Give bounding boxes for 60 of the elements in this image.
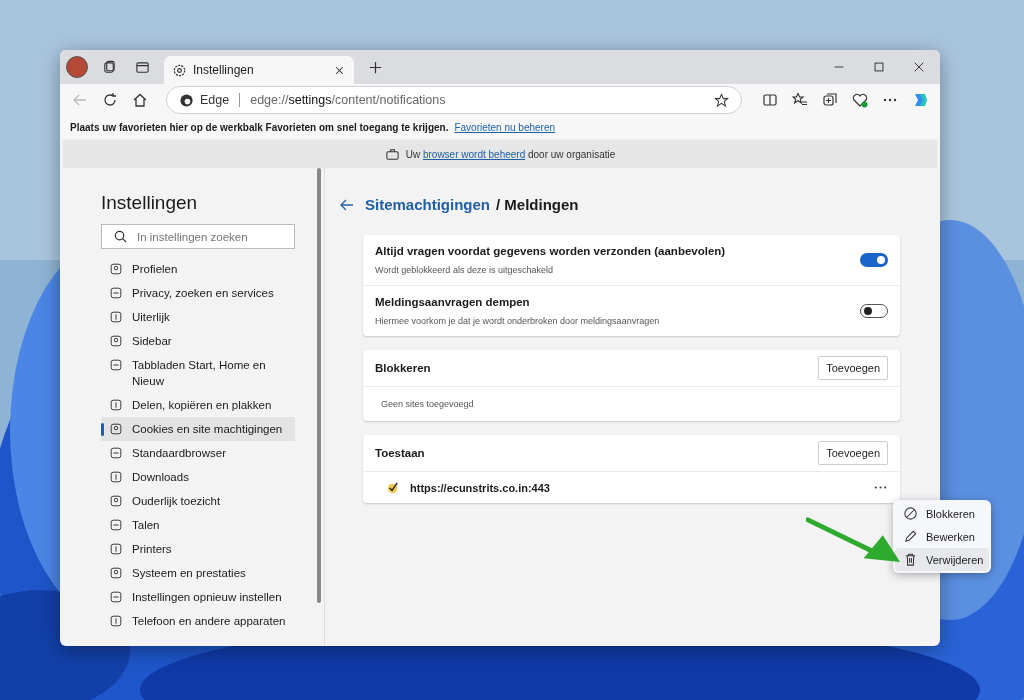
menu-item[interactable]: Blokkeren [895, 502, 989, 525]
sidebar-item[interactable]: Instellingen opnieuw instellen [101, 585, 295, 609]
sidebar-item[interactable]: Telefoon en andere apparaten [101, 609, 295, 633]
edge-logo-icon [179, 92, 194, 108]
sidebar-item[interactable]: Delen, kopiëren en plakken [101, 393, 295, 417]
toggle-switch[interactable] [860, 253, 888, 267]
browser-tab[interactable]: Instellingen [164, 56, 354, 84]
managed-link[interactable]: browser wordt beheerd [422, 148, 526, 160]
sidebar-item[interactable]: Profielen [101, 257, 295, 281]
toggle-switch[interactable] [860, 304, 888, 318]
managed-notice: Uw browser wordt beheerd door uw organisatie [405, 148, 616, 160]
sidebar-item[interactable]: Sidebar [101, 329, 295, 353]
setting-title: Altijd vragen voordat gegevens worden verzonden (aanbevolen) [375, 245, 727, 257]
url-text: edge://settings/content/notifications [250, 93, 446, 107]
collections-icon[interactable] [822, 92, 838, 108]
sidebar-title: Instellingen [101, 192, 199, 214]
copilot-icon[interactable] [912, 92, 928, 108]
sidebar-item[interactable]: Standaardbrowser [101, 441, 295, 465]
sidebar-item[interactable]: Privacy, zoeken en services [101, 281, 295, 305]
empty-message: Geen sites toegevoegd [380, 398, 475, 411]
split-screen-icon[interactable] [762, 92, 778, 108]
avatar-icon[interactable] [66, 56, 88, 78]
add-button[interactable]: Toevoegen [818, 356, 888, 380]
performance-icon[interactable] [852, 92, 868, 108]
trash-icon [903, 552, 918, 567]
setting-title: Meldingsaanvragen dempen [375, 296, 531, 308]
search-field[interactable]: In instellingen zoeken [101, 224, 295, 249]
page-title: / Meldingen [496, 196, 579, 213]
home-icon[interactable] [132, 92, 148, 108]
sidebar-item[interactable]: Uiterlijk [101, 305, 295, 329]
site-url: https://ecunstrits.co.in:443 [410, 481, 550, 494]
pencil-icon [903, 529, 918, 544]
sidebar-item[interactable]: Cookies en site machtigingen [101, 417, 295, 441]
block-icon [903, 506, 918, 521]
address-bar[interactable]: Edge edge://settings/content/notifications [166, 86, 742, 114]
menu-item[interactable]: Bewerken [895, 525, 989, 548]
add-button[interactable]: Toevoegen [818, 441, 888, 465]
briefcase-icon [384, 146, 400, 162]
site-label: Edge [200, 93, 230, 107]
favorites-icon[interactable] [792, 92, 808, 108]
settings-icon [172, 62, 187, 78]
sidebar-item[interactable]: Talen [101, 513, 295, 537]
section-title: Toestaan [375, 447, 425, 459]
sidebar-item[interactable]: Systeem en prestaties [101, 561, 295, 585]
setting-description: Wordt geblokkeerd als deze is uitgeschakeld [375, 265, 554, 275]
manage-favorites-link[interactable]: Favorieten nu beheren [454, 121, 556, 133]
sidebar-item[interactable]: Printers [101, 537, 295, 561]
favorites-bar-hint: Plaats uw favorieten hier op de werkbalk Favorieten om snel toegang te krijgen. [70, 121, 449, 133]
star-icon[interactable] [714, 92, 729, 108]
setting-description: Hiermee voorkom je dat je wordt onderbroken door meldingsaanvragen [375, 316, 661, 326]
sidebar-item[interactable]: Ouderlijk toezicht [101, 489, 295, 513]
search-icon [113, 229, 128, 244]
sidebar-item[interactable]: Tabbladen Start, Home en Nieuw [101, 353, 295, 393]
refresh-icon[interactable] [102, 92, 118, 108]
menu-item[interactable]: Verwijderen [895, 548, 989, 571]
scrollbar-thumb[interactable] [317, 168, 321, 603]
checkmark-badge-icon [385, 480, 400, 495]
section-title: Blokkeren [375, 362, 431, 374]
sidebar-item[interactable]: Downloads [101, 465, 295, 489]
breadcrumb-link[interactable]: Sitemachtigingen [365, 196, 491, 213]
